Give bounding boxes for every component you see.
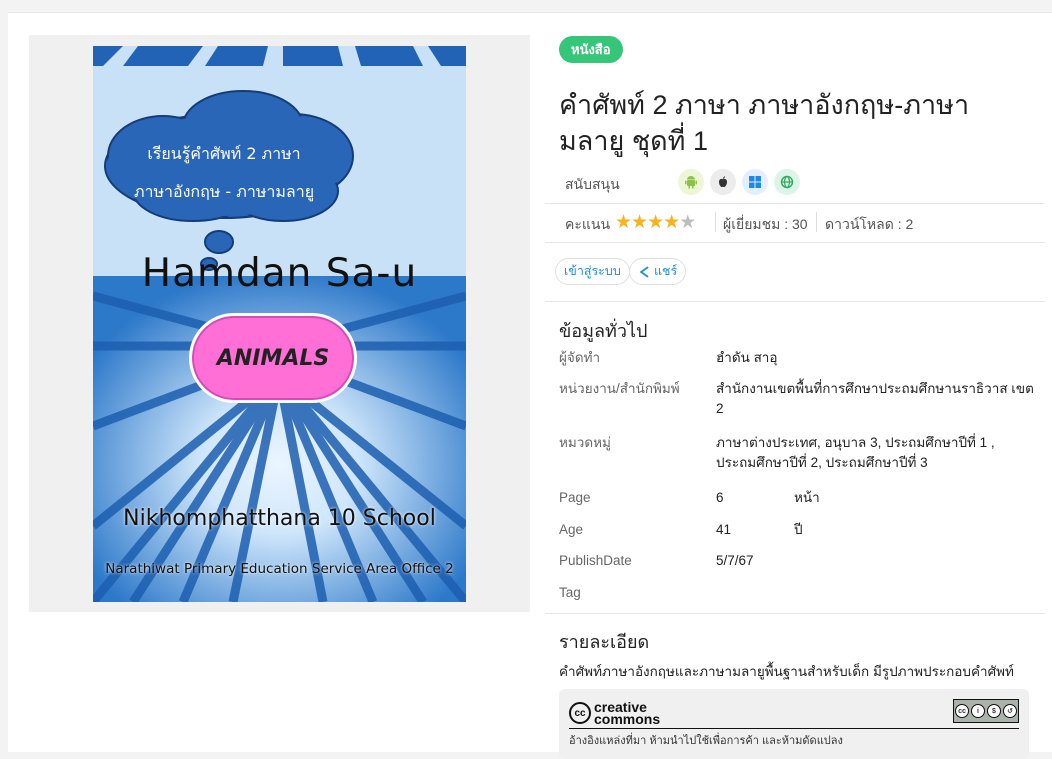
- type-badge: หนังสือ: [559, 36, 623, 63]
- support-row: สนับสนุน: [559, 167, 1029, 197]
- star-filled-icon: ★: [663, 212, 680, 233]
- age-unit: ปี: [794, 522, 803, 537]
- license-divider: [569, 728, 1019, 729]
- detail-heading: รายละเอียด: [559, 632, 650, 652]
- stats-row: คะแนน ★★★★★ ผู้เยี่ยมชม : 30 ดาวน์โหลด :…: [559, 209, 1039, 235]
- login-button[interactable]: เข้าสู่ระบบ: [555, 258, 630, 285]
- star-filled-icon: ★: [631, 212, 648, 233]
- cover-school: Nikhomphatthana 10 School: [123, 506, 436, 531]
- divider: [545, 613, 1045, 614]
- age-label: Age: [559, 522, 584, 537]
- author-label: ผู้จัดทำ: [559, 350, 601, 365]
- share-button[interactable]: แชร์: [629, 258, 687, 285]
- nc-icon: $: [987, 704, 1001, 718]
- cc-wordmark: creative commons: [594, 699, 661, 727]
- page-value: 6: [716, 490, 724, 505]
- cover-pill: ANIMALS: [189, 313, 357, 403]
- cover-pill-label: ANIMALS: [216, 345, 330, 371]
- rating-label: คะแนน: [565, 216, 611, 232]
- category-label: หมวดหมู่: [559, 435, 611, 450]
- cover-title: Hamdan Sa-u: [141, 251, 418, 296]
- cover-cloud-line2: ภาษาอังกฤษ - ภาษามลายู: [133, 182, 315, 201]
- web-icon[interactable]: [774, 169, 800, 195]
- age-value: 41: [716, 522, 732, 537]
- cc-by-nc-sa-badge: cc i $ ↺: [953, 699, 1019, 723]
- publish-date-label: PublishDate: [559, 553, 632, 568]
- share-icon: [640, 266, 649, 277]
- sa-icon: ↺: [1003, 704, 1017, 718]
- divider: [545, 301, 1045, 302]
- downloads-count: ดาวน์โหลด : 2: [825, 216, 914, 232]
- license-text: อ้างอิงแหล่งที่มา ห้ามนำไปใช้เพื่อการค้า…: [569, 735, 843, 747]
- login-button-label: เข้าสู่ระบบ: [564, 264, 621, 278]
- book-cover-image[interactable]: เรียนรู้คำศัพท์ 2 ภาษา ภาษาอังกฤษ - ภาษา…: [93, 46, 466, 602]
- windows-icon[interactable]: [742, 169, 768, 195]
- by-icon: i: [971, 704, 985, 718]
- cc-icon: cc: [955, 704, 969, 718]
- share-button-label: แชร์: [654, 264, 678, 278]
- divider: [545, 242, 1045, 243]
- license-box[interactable]: cc creative commons cc i $ ↺ อ้างอิงแหล่ง…: [559, 689, 1029, 759]
- detail-text: คำศัพท์ภาษาอังกฤษและภาษามลายูพื้นฐานสำหร…: [559, 664, 1014, 679]
- cover-cloud-line1: เรียนรู้คำศัพท์ 2 ภาษา: [147, 144, 301, 163]
- book-title: คำศัพท์ 2 ภาษา ภาษาอังกฤษ-ภาษามลายู ชุดท…: [559, 90, 970, 156]
- page-unit: หน้า: [794, 490, 820, 505]
- book-detail-card: เรียนรู้คำศัพท์ 2 ภาษา ภาษาอังกฤษ - ภาษา…: [8, 12, 1052, 759]
- views-count: ผู้เยี่ยมชม : 30: [723, 216, 808, 232]
- cover-office: Narathiwat Primary Education Service Are…: [105, 561, 454, 577]
- cc-icon: cc: [569, 702, 591, 724]
- star-filled-icon: ★: [647, 212, 664, 233]
- page-label: Page: [559, 490, 591, 505]
- publish-date-value: 5/7/67: [716, 553, 754, 568]
- star-filled-icon: ★: [615, 212, 632, 233]
- apple-icon[interactable]: [710, 169, 736, 195]
- author-value: ฮำดัน สาอุ: [716, 350, 778, 365]
- category-value: ภาษาต่างประเทศ, อนุบาล 3, ประถมศึกษาปีที…: [716, 435, 995, 470]
- tag-label: Tag: [559, 585, 581, 600]
- rating-stars: ★★★★★: [615, 211, 696, 234]
- separator: [715, 212, 716, 232]
- star-empty-icon: ★: [679, 212, 696, 233]
- android-icon[interactable]: [678, 169, 704, 195]
- general-info-heading: ข้อมูลทั่วไป: [559, 321, 648, 341]
- publisher-label: หน่วยงาน/สำนักพิมพ์: [559, 381, 680, 396]
- support-label: สนับสนุน: [565, 176, 620, 192]
- divider: [545, 203, 1045, 204]
- separator: [816, 212, 817, 232]
- cover-panel: เรียนรู้คำศัพท์ 2 ภาษา ภาษาอังกฤษ - ภาษา…: [29, 35, 530, 612]
- publisher-value: สำนักงานเขตพื้นที่การศึกษาประถมศึกษานราธ…: [716, 381, 1034, 416]
- creative-commons-logo: cc creative commons: [569, 699, 661, 727]
